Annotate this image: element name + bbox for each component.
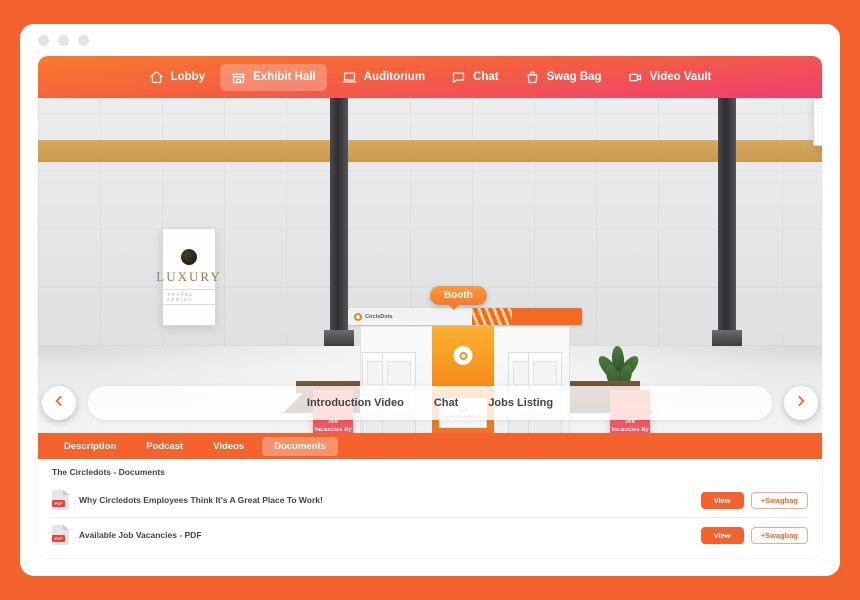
scene-tab-bar: Introduction Video Chat Jobs Listing (88, 386, 772, 420)
document-name: Available Job Vacancies - PDF (79, 530, 202, 540)
panel-tab-documents[interactable]: Documents (262, 436, 338, 456)
document-list: PDF Why Circledots Employees Think It's … (52, 483, 808, 552)
booth-content-panel: Description Podcast Videos Documents The… (38, 433, 822, 558)
pdf-file-icon-label: PDF (52, 500, 65, 507)
scene-tab-jobs-listing[interactable]: Jobs Listing (488, 397, 553, 409)
main-navigation: Lobby Exhibit Hall Auditorium Chat Swag … (38, 56, 822, 98)
panel-tab-bar: Description Podcast Videos Documents (38, 433, 822, 459)
chat-bubble-icon (451, 70, 466, 85)
carousel-next-button[interactable] (784, 386, 818, 420)
pdf-file-icon: PDF (52, 525, 69, 545)
nav-label-auditorium: Auditorium (363, 71, 426, 83)
add-to-swagbag-button[interactable]: +Swagbag (750, 526, 808, 544)
nav-item-chat[interactable]: Chat (440, 64, 510, 91)
booth-brand-name: CircleDots (365, 313, 393, 320)
panel-tab-videos[interactable]: Videos (201, 437, 256, 456)
shopping-bag-icon (525, 70, 540, 85)
nav-label-chat: Chat (473, 71, 499, 83)
booth-header-banner: CircleDots (348, 308, 582, 325)
booth-header-stripe (472, 308, 582, 325)
hall-pillar-right (718, 98, 736, 346)
poster-left-subtitle: TRAVEL AFRICA (163, 289, 215, 305)
nav-label-video-vault: Video Vault (649, 71, 712, 83)
scene-tab-introduction-video[interactable]: Introduction Video (307, 397, 404, 409)
document-actions: View +Swagbag (700, 526, 808, 544)
video-camera-icon (628, 70, 643, 85)
home-icon (149, 70, 164, 85)
document-actions: View +Swagbag (700, 491, 808, 509)
view-button[interactable]: View (700, 491, 744, 509)
maximize-dot[interactable] (78, 34, 89, 46)
panel-tab-description[interactable]: Description (52, 437, 128, 456)
booth-brand-logo: CircleDots (348, 312, 393, 321)
minimize-dot[interactable] (58, 34, 69, 46)
panel-tab-podcast[interactable]: Podcast (134, 437, 195, 456)
nav-label-lobby: Lobby (170, 71, 206, 83)
nav-item-auditorium[interactable]: Auditorium (331, 64, 436, 91)
kiosk-logo-icon (453, 346, 473, 365)
nav-item-exhibit-hall[interactable]: Exhibit Hall (220, 63, 327, 91)
window-titlebar (20, 24, 840, 56)
panel-heading: The Circledots - Documents (52, 467, 165, 477)
chevron-left-icon (52, 394, 66, 413)
chevron-right-icon (794, 394, 808, 413)
booth-tooltip-badge[interactable]: Booth (430, 286, 487, 310)
browser-window: Lobby Exhibit Hall Auditorium Chat Swag … (20, 24, 840, 576)
carousel-prev-button[interactable] (42, 386, 76, 420)
wall-poster-top-right[interactable]: LUX TRAV (813, 98, 822, 146)
close-dot[interactable] (38, 34, 49, 46)
nav-item-swag-bag[interactable]: Swag Bag (514, 64, 613, 91)
wall-poster-left[interactable]: LUXURY TRAVEL AFRICA (156, 228, 220, 326)
hall-pillar-left (330, 98, 348, 346)
luxury-logo-icon (181, 249, 197, 265)
poster-left-title: LUXURY (156, 269, 222, 284)
nav-item-lobby[interactable]: Lobby (138, 64, 217, 91)
view-button[interactable]: View (700, 526, 744, 544)
laptop-icon (342, 70, 357, 85)
table-row[interactable]: PDF Available Job Vacancies - PDF View +… (52, 517, 808, 552)
panel-body: The Circledots - Documents PDF Why Circl… (38, 459, 822, 558)
store-icon (231, 70, 246, 85)
hall-pillar-base-right (712, 329, 742, 346)
wall-accent-band (38, 140, 822, 162)
nav-label-swag-bag: Swag Bag (546, 71, 602, 83)
table-row[interactable]: PDF Why Circledots Employees Think It's … (52, 483, 808, 517)
nav-item-video-vault[interactable]: Video Vault (617, 64, 723, 91)
circledots-logo-icon (354, 312, 362, 321)
pdf-file-icon: PDF (52, 490, 69, 510)
app-container: Lobby Exhibit Hall Auditorium Chat Swag … (38, 56, 822, 558)
nav-label-exhibit-hall: Exhibit Hall (253, 71, 316, 83)
scene-tab-chat[interactable]: Chat (434, 397, 458, 409)
scene-carousel: Introduction Video Chat Jobs Listing (38, 383, 822, 423)
add-to-swagbag-button[interactable]: +Swagbag (750, 491, 808, 509)
pdf-file-icon-label: PDF (52, 535, 65, 542)
booth-stage[interactable]: LUXURY TRAVEL AFRICA LUXURY TRAVEL AFRIC… (38, 98, 822, 433)
hall-pillar-base-left (324, 329, 354, 346)
document-name: Why Circledots Employees Think It's A Gr… (79, 495, 323, 505)
